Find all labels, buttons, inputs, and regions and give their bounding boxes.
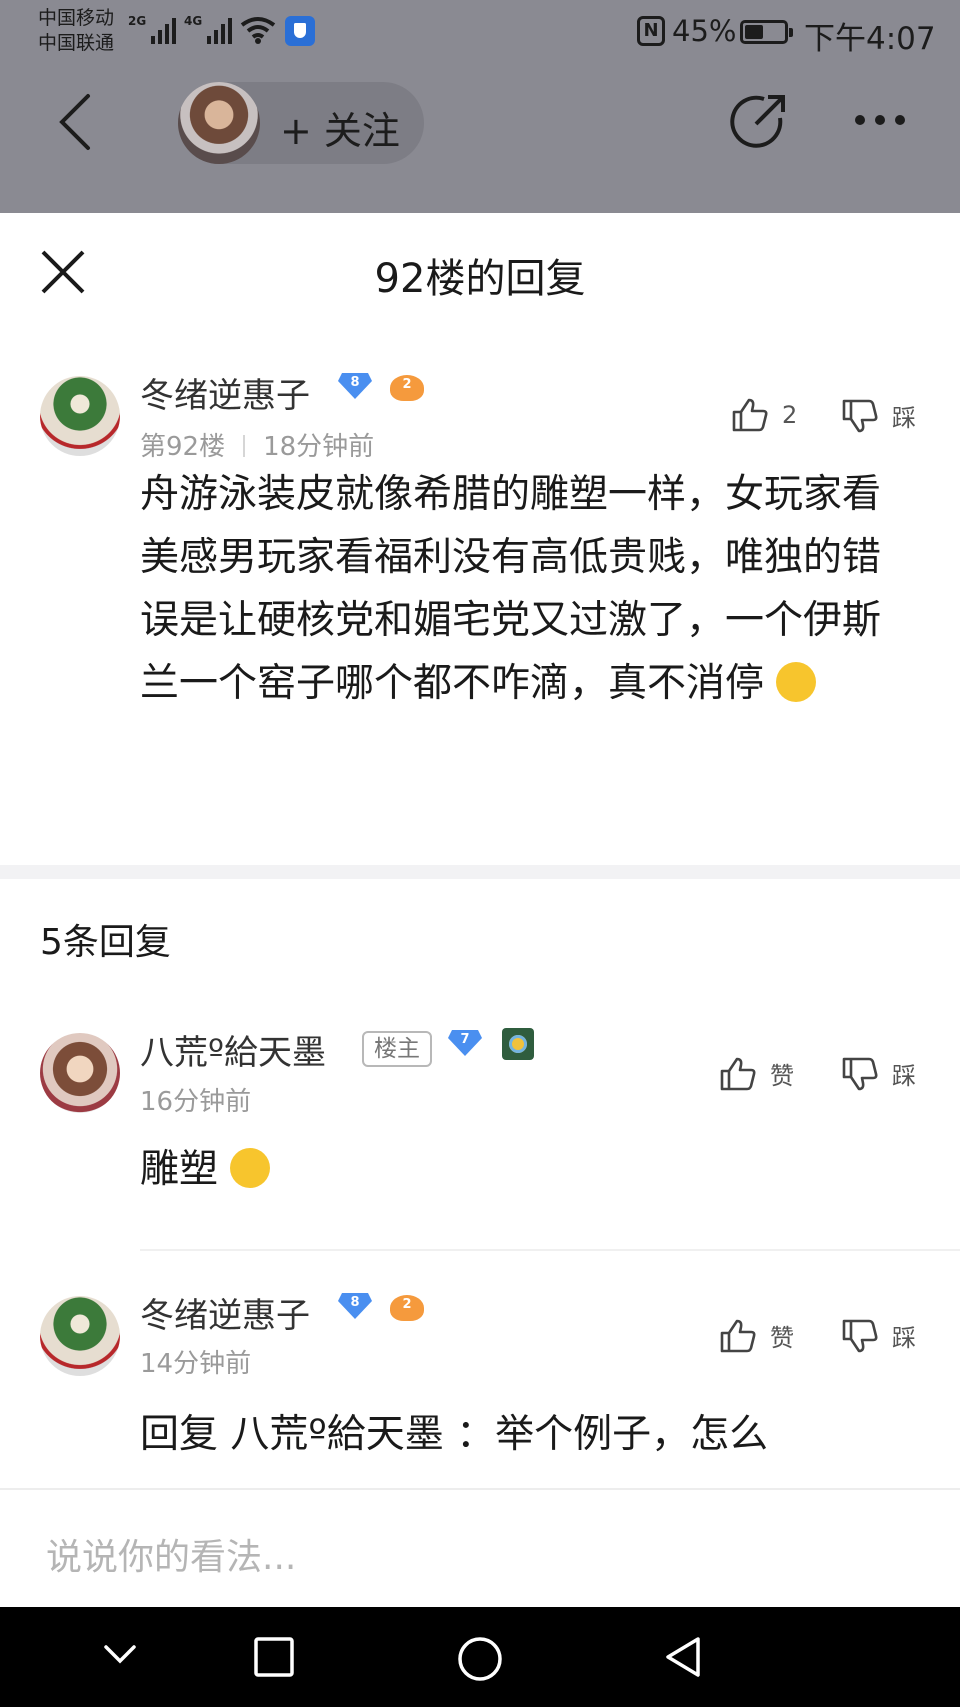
username[interactable]: 冬绪逆惠子 [140,1288,310,1337]
thumbs-down-icon [842,1057,878,1090]
wifi-icon [240,17,276,44]
more-icon[interactable] [855,110,915,129]
like-button[interactable]: 2 [732,398,797,432]
username[interactable]: 冬绪逆惠子 [140,368,310,417]
floor-label: 第92楼 [140,432,226,462]
dislike-button[interactable]: 踩 [842,1056,916,1091]
carrier-names: 中国移动 中国联通 [38,6,114,56]
avatar[interactable] [40,376,120,456]
thumbs-up-icon [732,398,768,432]
chevron-down-icon[interactable] [100,1635,140,1675]
signal-icon-2: 4G [184,14,233,44]
thumbs-down-icon [842,399,878,432]
carrier-1: 中国移动 [38,7,115,29]
sweat-emoji-icon [776,662,817,702]
dislike-label: 踩 [892,1062,916,1090]
home-icon[interactable] [456,1635,504,1683]
comment-input-bar[interactable]: 说说你的看法... [0,1488,960,1607]
post-time: 18分钟前 [263,432,375,462]
battery-percent: 45% [672,14,737,48]
follow-button[interactable]: + 关注 [178,82,424,164]
thumbs-up-icon [720,1319,756,1352]
dislike-button[interactable]: 踩 [842,1318,916,1353]
share-icon[interactable] [730,92,790,152]
thumbs-up-icon [720,1057,756,1090]
row-separator [140,1249,960,1251]
reply-time: 16分钟前 [140,1087,252,1117]
clock: 下午4:07 [804,21,936,57]
game-badge-icon: 2 [390,375,424,401]
level-number: 8 [350,1295,360,1310]
battery-icon [740,20,793,44]
security-shield-icon [285,16,315,46]
top-navigation: + 关注 [0,72,960,172]
reply-count: 5条回复 [40,922,171,963]
post-meta: 第92楼 18分钟前 [140,426,374,463]
carrier-2: 中国联通 [38,32,115,54]
reply-sheet: 92楼的回复 冬绪逆惠子 8 2 第92楼 18分钟前 2 踩 舟游泳装皮就像希腊… [0,213,960,1607]
username[interactable]: 八荒º給天墨 [140,1025,326,1074]
like-button[interactable]: 赞 [720,1318,794,1353]
dislike-button[interactable]: 踩 [842,398,916,433]
section-divider [0,865,960,879]
game-badge-icon: 2 [390,1295,424,1321]
dislike-label: 踩 [892,1324,916,1352]
sneeze-emoji-icon [230,1148,271,1188]
reply-content: 雕塑 [140,1138,271,1201]
follow-label: + 关注 [280,109,400,153]
recent-apps-icon[interactable] [252,1635,296,1679]
achievement-badge-icon [502,1028,534,1060]
back-icon[interactable] [52,92,102,152]
back-nav-icon[interactable] [662,1635,706,1679]
level-number: 7 [460,1032,470,1047]
system-nav-bar [0,1607,960,1707]
dislike-label: 踩 [892,404,916,432]
status-bar: 中国移动 中国联通 2G 4G N 45% 下午4:07 [0,0,960,64]
comment-input-placeholder[interactable]: 说说你的看法... [46,1528,296,1580]
signal-icon-1: 2G [128,14,177,44]
post-content: 舟游泳装皮就像希腊的雕塑一样，女玩家看美感男玩家看福利没有高低贵贱，唯独的错误是… [140,472,882,706]
reply-time: 14分钟前 [140,1349,252,1379]
like-label: 赞 [770,1324,794,1352]
like-label: 赞 [770,1062,794,1090]
sheet-title: 92楼的回复 [374,256,586,302]
reply-content: 回复 八荒º給天墨 ：举个例子，怎么 [140,1412,769,1457]
author-avatar [178,82,260,164]
dimmed-background: 中国移动 中国联通 2G 4G N 45% 下午4:07 + 关注 [0,0,960,213]
nfc-icon: N [637,16,665,46]
level-number: 8 [350,375,360,390]
owner-tag: 楼主 [362,1031,432,1067]
avatar[interactable] [40,1296,120,1376]
like-count: 2 [782,401,798,429]
thumbs-down-icon [842,1319,878,1352]
avatar[interactable] [40,1033,120,1113]
like-button[interactable]: 赞 [720,1056,794,1091]
